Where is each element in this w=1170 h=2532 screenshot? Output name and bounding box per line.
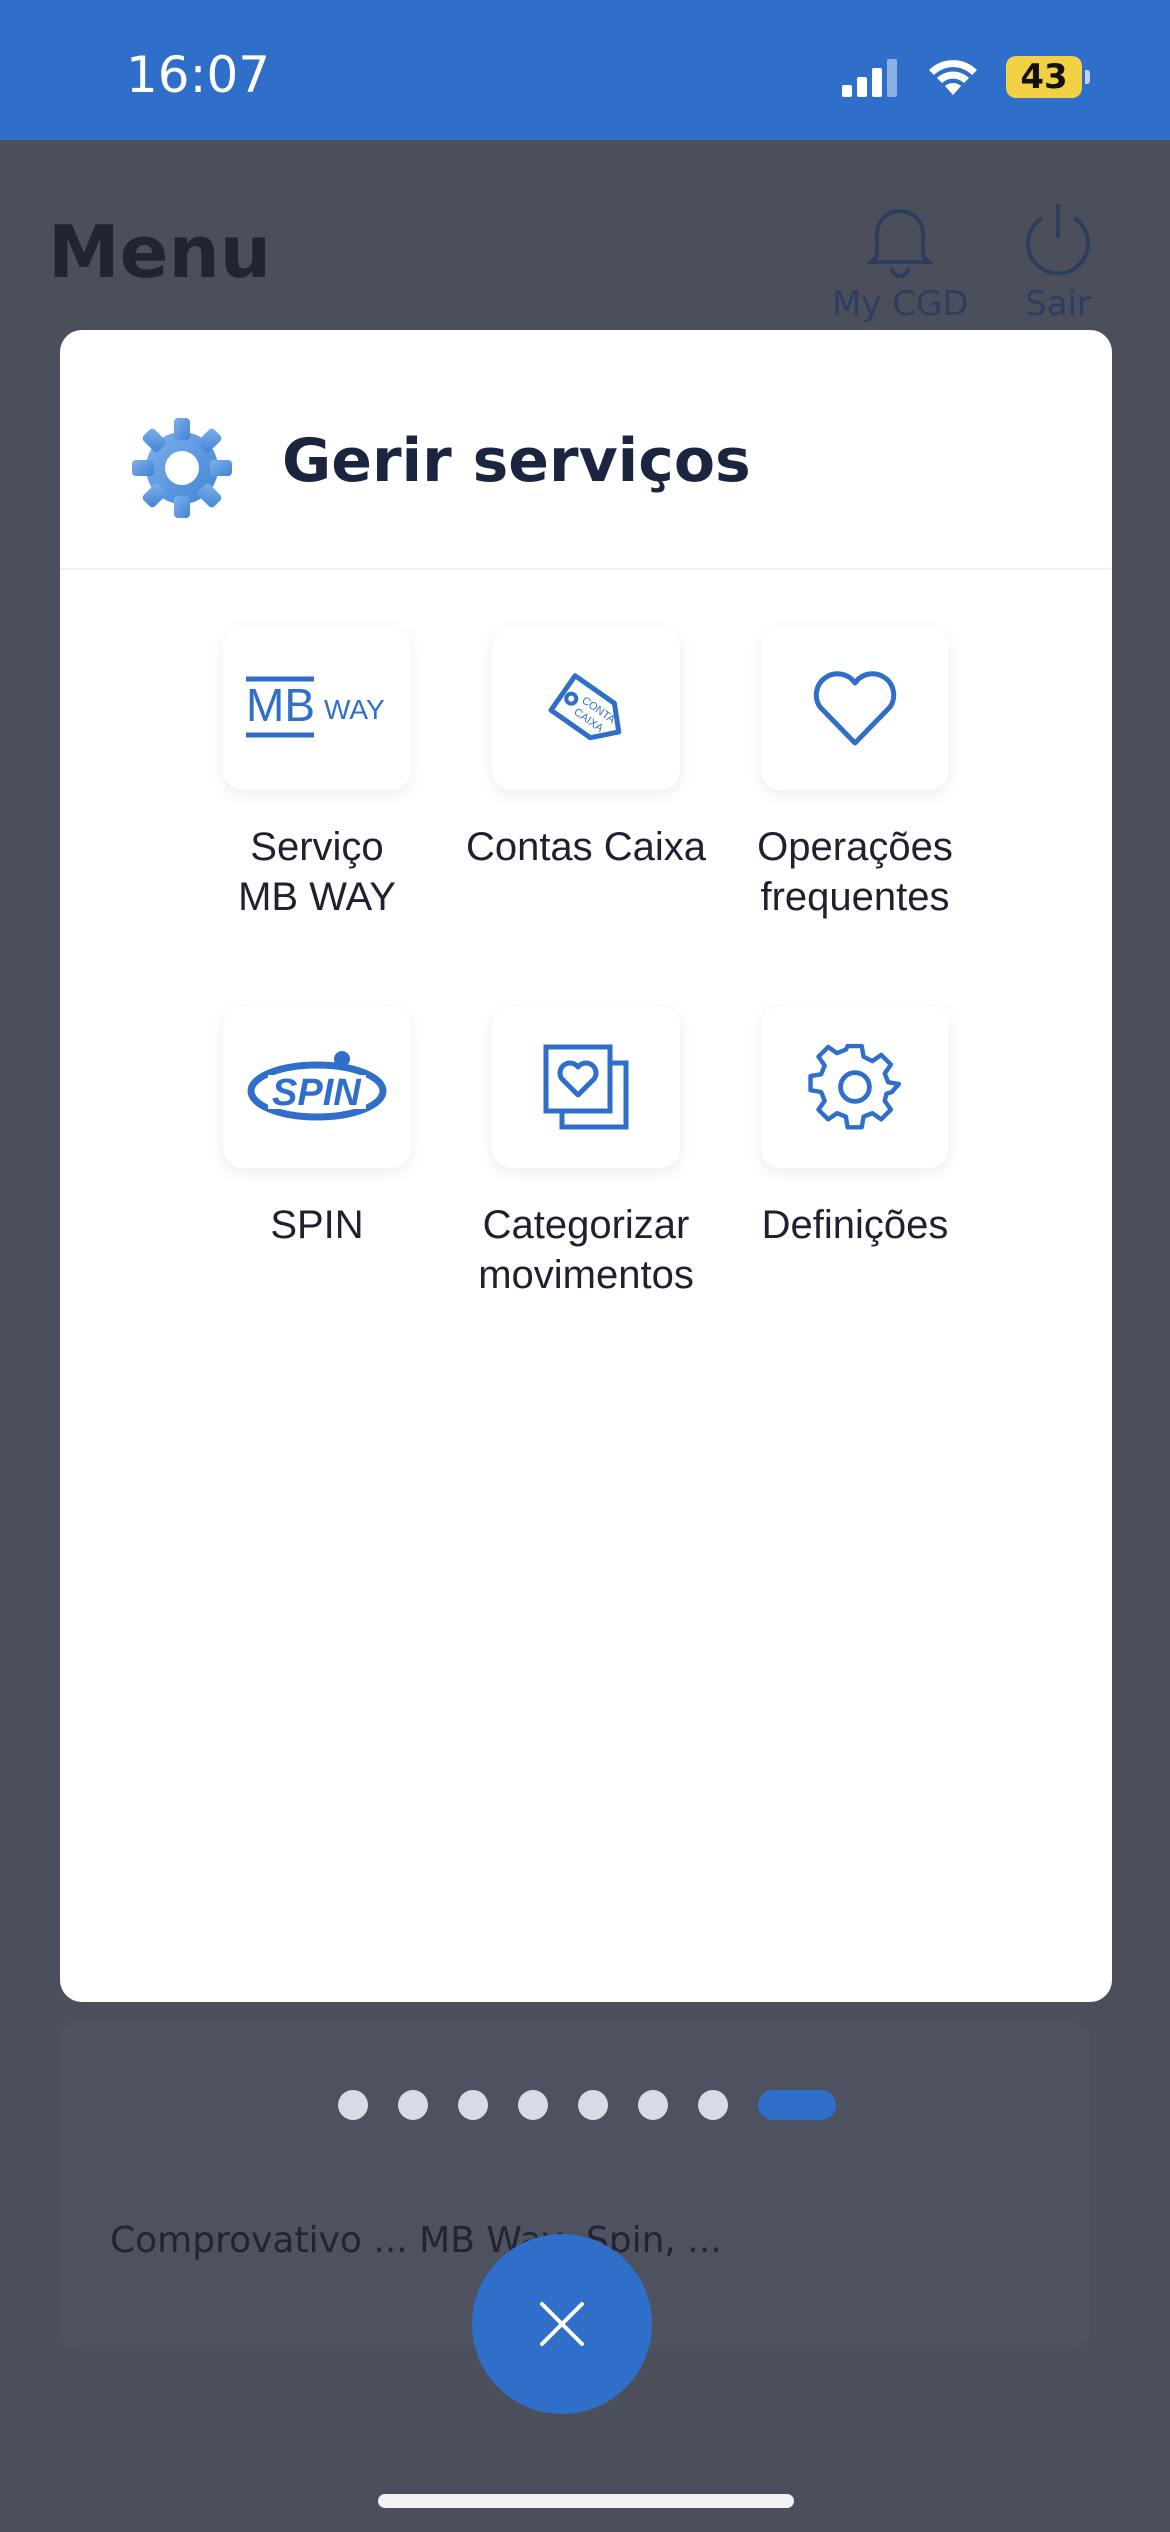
status-time: 16:07 (126, 46, 271, 104)
service-contas-caixa[interactable]: CONTA CAIXA Contas Caixa (456, 628, 716, 872)
svg-text:MB: MB (246, 679, 315, 731)
bell-icon (866, 209, 935, 278)
manage-services-modal: Gerir serviços MB WAY Serviço MB WAY CON… (60, 330, 1112, 2002)
pager-dot[interactable] (638, 2090, 668, 2120)
service-definicoes-label: Definições (761, 1203, 949, 1247)
wifi-icon (929, 60, 977, 95)
spin-logo-icon: SPIN (247, 1051, 387, 1121)
heart-icon (813, 671, 897, 746)
service-spin-tile[interactable]: SPIN (223, 1006, 411, 1168)
conta-caixa-tag-icon: CONTA CAIXA (548, 673, 622, 741)
service-mbway-tile[interactable]: MB WAY (223, 628, 411, 790)
service-operacoes-frequentes-label: Operações frequentes (757, 825, 953, 919)
categorize-heart-icon (543, 1044, 629, 1130)
service-categorizar-movimentos[interactable]: Categorizar movimentos (456, 1006, 716, 1300)
service-definicoes[interactable]: Definições (725, 1006, 985, 1250)
service-spin-label: SPIN (270, 1203, 364, 1247)
page-title: Menu (48, 210, 271, 294)
battery-cap (1085, 70, 1090, 84)
mbway-logo-icon: MB WAY (246, 676, 385, 738)
pager-dots (338, 2090, 836, 2120)
modal-title: Gerir serviços (282, 426, 751, 496)
close-icon (540, 2302, 584, 2346)
status-icons: 43 (840, 56, 1090, 98)
gear-icon (132, 418, 232, 518)
power-icon (1026, 204, 1090, 276)
pager-dot[interactable] (458, 2090, 488, 2120)
signal-icon (842, 59, 897, 97)
service-contas-caixa-label: Contas Caixa (465, 825, 707, 869)
service-definicoes-tile[interactable] (761, 1006, 949, 1168)
my-cgd-button[interactable]: My CGD (832, 200, 969, 324)
service-mbway[interactable]: MB WAY Serviço MB WAY (187, 628, 447, 922)
sair-button[interactable]: Sair (1018, 200, 1098, 324)
service-contas-caixa-tile[interactable]: CONTA CAIXA (492, 628, 680, 790)
service-categorizar-movimentos-label: Categorizar movimentos (478, 1203, 694, 1297)
service-operacoes-frequentes-tile[interactable] (761, 628, 949, 790)
modal-header: Gerir serviços (60, 330, 1112, 570)
my-cgd-label: My CGD (832, 284, 969, 324)
home-indicator[interactable] (378, 2494, 794, 2508)
svg-text:SPIN: SPIN (272, 1072, 362, 1114)
svg-text:WAY: WAY (324, 694, 385, 725)
pager-dot[interactable] (578, 2090, 608, 2120)
background-card-text: Comprovativo ... MB Way, Spin, ... (110, 2220, 722, 2261)
pager-dot[interactable] (698, 2090, 728, 2120)
battery-icon: 43 (1006, 56, 1090, 98)
pager-dot[interactable] (338, 2090, 368, 2120)
service-mbway-label: Serviço MB WAY (238, 825, 396, 919)
service-spin[interactable]: SPIN SPIN (187, 1006, 447, 1250)
status-bar: 16:07 43 (0, 0, 1170, 140)
pager-dot[interactable] (518, 2090, 548, 2120)
service-operacoes-frequentes[interactable]: Operações frequentes (725, 628, 985, 922)
close-button[interactable] (472, 2234, 652, 2414)
sair-label: Sair (1025, 284, 1091, 324)
pager-dot[interactable] (398, 2090, 428, 2120)
service-categorizar-movimentos-tile[interactable] (492, 1006, 680, 1168)
pager-dot-active[interactable] (758, 2090, 836, 2120)
battery-level: 43 (1006, 56, 1082, 98)
settings-gear-icon (808, 1043, 902, 1130)
